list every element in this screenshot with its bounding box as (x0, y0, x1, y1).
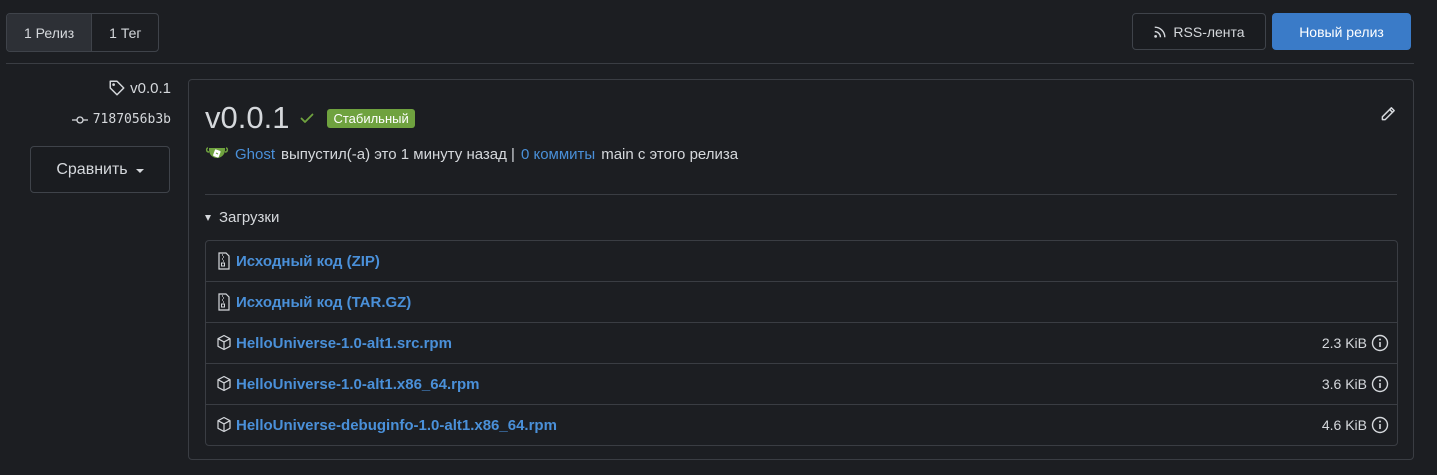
asset-link[interactable]: HelloUniverse-debuginfo-1.0-alt1.x86_64.… (236, 417, 557, 434)
asset-link[interactable]: Исходный код (ZIP) (236, 253, 380, 270)
release-title[interactable]: v0.0.1 (205, 100, 289, 136)
commit-icon (71, 114, 88, 126)
release-meta: Ghost выпустил(-а) это 1 минуту назад | … (205, 145, 738, 163)
commit-hash: 7187056b3b (92, 112, 171, 127)
asset-link[interactable]: Исходный код (TAR.GZ) (236, 294, 411, 311)
stable-badge: Стабильный (327, 108, 415, 128)
release-card: v0.0.1 Стабильный Ghost выпустил(-а) это… (188, 79, 1414, 460)
tab-tags[interactable]: 1 Тег (91, 14, 158, 51)
info-icon[interactable] (1371, 334, 1389, 352)
header-divider (6, 63, 1414, 64)
commit-link[interactable]: 7187056b3b (71, 112, 171, 127)
edit-pencil-icon[interactable] (1379, 105, 1397, 123)
compare-label: Сравнить (56, 160, 128, 178)
published-text: выпустил(-а) это 1 минуту назад | (281, 145, 515, 163)
downloads-label: Загрузки (219, 209, 280, 226)
release-header: v0.0.1 Стабильный (205, 100, 415, 136)
tag-icon (108, 79, 126, 97)
list-item: HelloUniverse-1.0-alt1.src.rpm 2.3 KiB (206, 322, 1397, 363)
downloads-list: Исходный код (ZIP) Исходный код (TAR.GZ)… (205, 240, 1398, 446)
commits-suffix: main с этого релиза (601, 145, 739, 163)
asset-size: 2.3 KiB (1321, 335, 1367, 351)
avatar (205, 145, 229, 163)
compare-dropdown-button[interactable]: Сравнить (30, 146, 170, 193)
asset-link[interactable]: HelloUniverse-1.0-alt1.src.rpm (236, 335, 452, 352)
author-link[interactable]: Ghost (235, 146, 275, 163)
file-zip-icon (216, 252, 232, 270)
list-item: Исходный код (ZIP) (206, 241, 1397, 281)
tag-label: v0.0.1 (130, 79, 171, 97)
release-tag-link[interactable]: v0.0.1 (108, 79, 171, 97)
package-icon (216, 416, 232, 434)
caret-down-icon (135, 168, 144, 173)
card-divider (205, 194, 1397, 195)
triangle-down-icon (205, 214, 211, 221)
list-item: HelloUniverse-debuginfo-1.0-alt1.x86_64.… (206, 404, 1397, 445)
info-icon[interactable] (1371, 416, 1389, 434)
new-release-button[interactable]: Новый релиз (1272, 13, 1411, 50)
list-item: Исходный код (TAR.GZ) (206, 281, 1397, 322)
rss-icon (1153, 25, 1167, 39)
list-item: HelloUniverse-1.0-alt1.x86_64.rpm 3.6 Ki… (206, 363, 1397, 404)
asset-link[interactable]: HelloUniverse-1.0-alt1.x86_64.rpm (236, 376, 479, 393)
package-icon (216, 375, 232, 393)
commits-link[interactable]: 0 коммиты (521, 146, 595, 163)
rss-feed-button[interactable]: RSS-лента (1132, 13, 1266, 50)
file-zip-icon (216, 293, 232, 311)
downloads-toggle[interactable]: Загрузки (205, 209, 279, 226)
info-icon[interactable] (1371, 375, 1389, 393)
rss-feed-label: RSS-лента (1173, 23, 1245, 40)
asset-size: 4.6 KiB (1321, 417, 1367, 433)
release-tag-tabs: 1 Релиз 1 Тег (6, 13, 160, 52)
check-icon (299, 110, 315, 126)
package-icon (216, 334, 232, 352)
tab-releases[interactable]: 1 Релиз (7, 14, 92, 51)
asset-size: 3.6 KiB (1321, 376, 1367, 392)
